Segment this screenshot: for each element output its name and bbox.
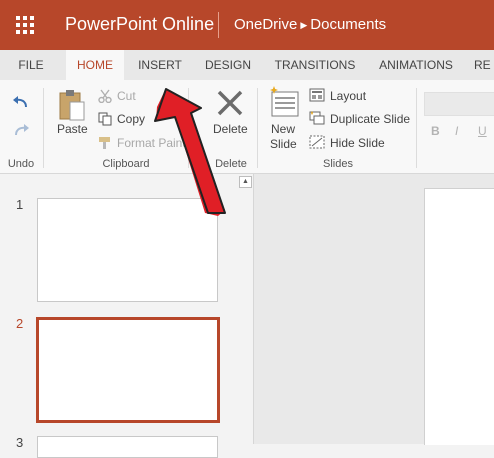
annotation-arrow [154, 88, 226, 216]
